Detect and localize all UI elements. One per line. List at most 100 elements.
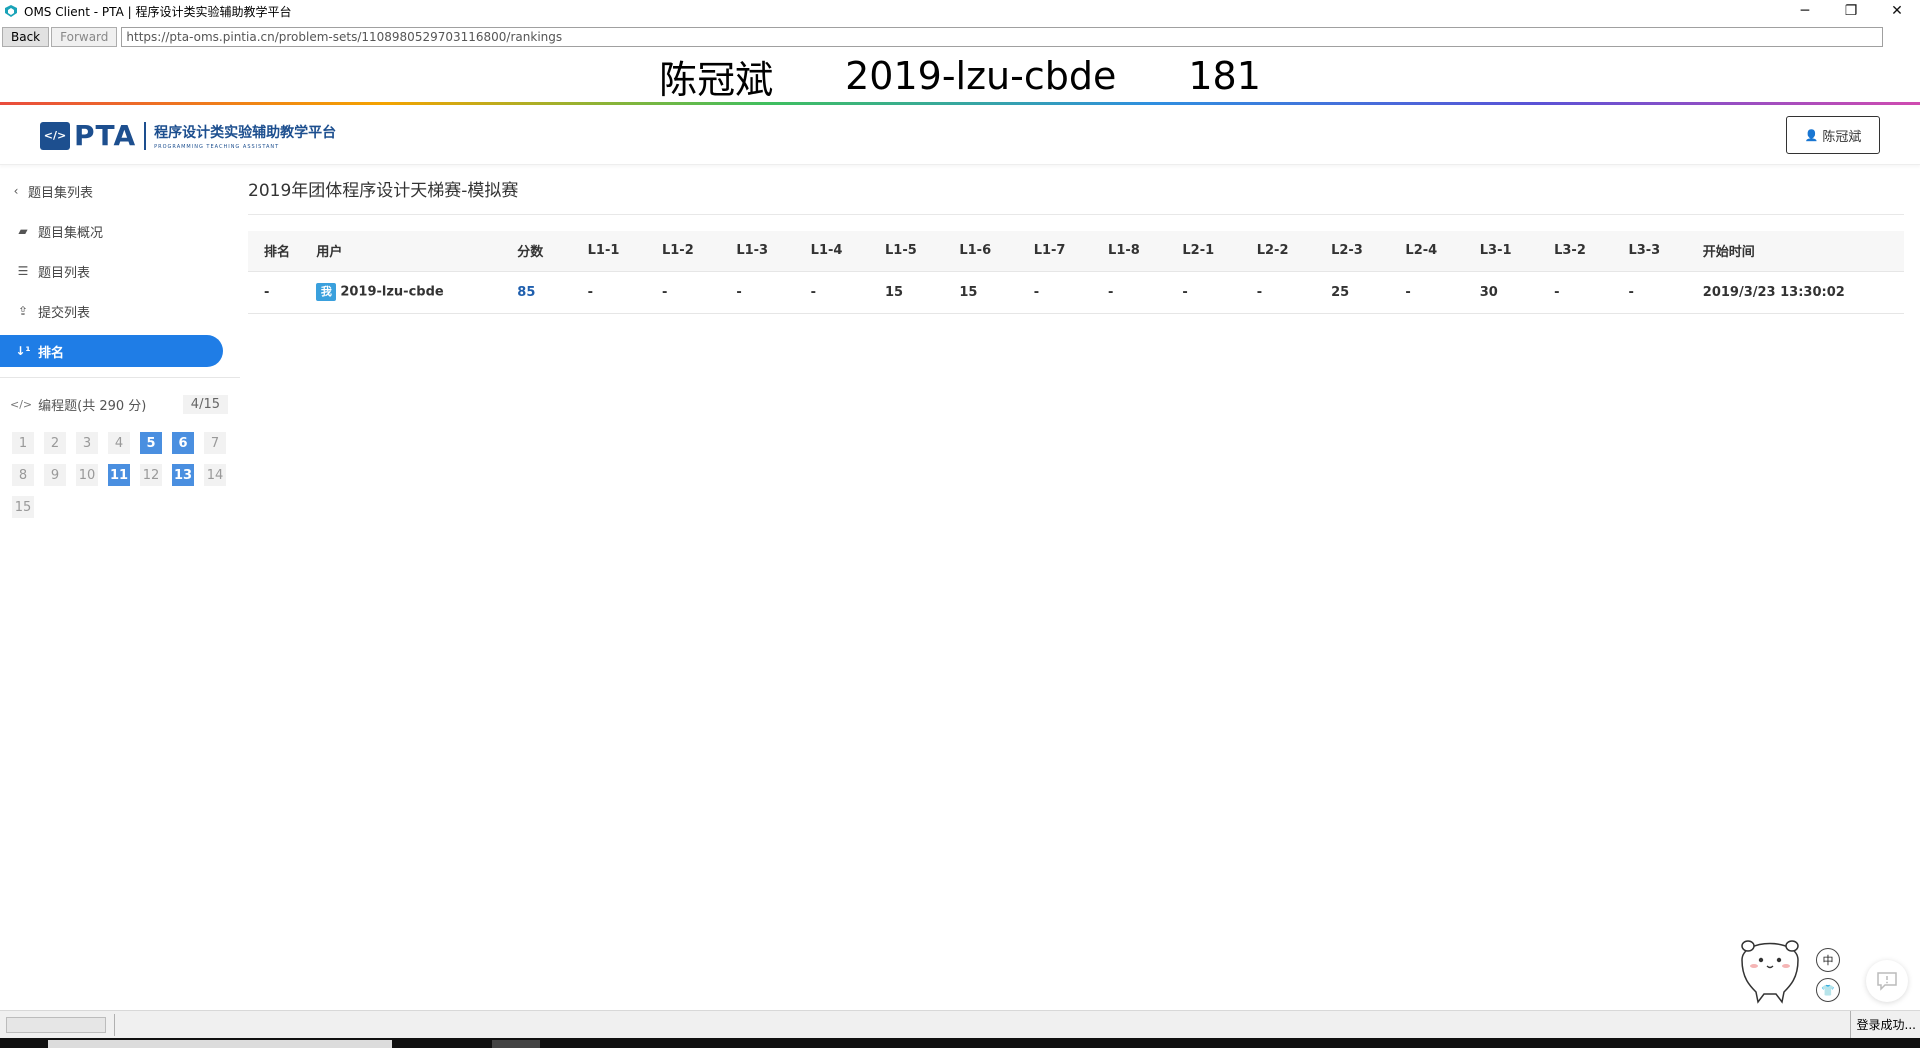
problem-cell[interactable]: 1 bbox=[12, 432, 34, 454]
problem-score-cell: 15 bbox=[959, 271, 1034, 314]
navigation-bar: Back Forward https://pta-oms.pintia.cn/p… bbox=[0, 26, 1920, 48]
problem-score-cell: - bbox=[1182, 271, 1257, 314]
me-badge: 我 bbox=[316, 283, 337, 301]
sidebar-item-submissions[interactable]: ⇪ 提交列表 bbox=[0, 295, 240, 327]
problem-score-cell: - bbox=[1554, 271, 1629, 314]
start-time-cell: 2019/3/23 13:30:02 bbox=[1702, 271, 1904, 314]
rank-cell: - bbox=[248, 271, 317, 314]
problem-score-cell: - bbox=[1405, 271, 1480, 314]
problem-section-label: 编程题(共 290 分) bbox=[38, 398, 147, 414]
taskbar bbox=[0, 1038, 1920, 1048]
logo-title: 程序设计类实验辅助教学平台 bbox=[154, 124, 337, 141]
shirt-icon[interactable]: 👕 bbox=[1816, 978, 1840, 1002]
problem-progress-count: 4/15 bbox=[182, 394, 228, 414]
rankings-table: 排名 用户 分数 L1-1 L1-2 L1-3 L1-4 L1-5 L1-6 L1-7 L1-8 L2… bbox=[248, 231, 1904, 314]
column-header: L2-3 bbox=[1331, 231, 1406, 272]
user-name: 2019-lzu-cbde bbox=[340, 284, 444, 300]
book-icon: ▰ bbox=[18, 224, 28, 238]
column-header: L1-8 bbox=[1108, 231, 1183, 272]
problem-score-cell: - bbox=[810, 271, 885, 314]
logo-text: PTA bbox=[74, 119, 137, 152]
sidebar-item-label: 题目集列表 bbox=[28, 185, 94, 201]
problem-score-cell: - bbox=[661, 271, 737, 314]
banner-number: 181 bbox=[1188, 54, 1261, 98]
column-header: L2-1 bbox=[1182, 231, 1257, 272]
column-header: L3-3 bbox=[1628, 231, 1703, 272]
close-button[interactable]: ✕ bbox=[1874, 0, 1920, 22]
taskbar-item[interactable] bbox=[48, 1040, 392, 1048]
forward-button[interactable]: Forward bbox=[51, 27, 118, 47]
taskbar-item[interactable] bbox=[492, 1040, 540, 1048]
problem-cell[interactable]: 2 bbox=[44, 432, 66, 454]
column-header: L3-2 bbox=[1554, 231, 1629, 272]
load-progress-bar bbox=[6, 1016, 106, 1033]
sidebar-item-label: 题目列表 bbox=[38, 265, 91, 281]
sort-numeric-icon: ↓¹ bbox=[15, 344, 31, 358]
sidebar-divider bbox=[0, 377, 240, 378]
problem-score-cell: 30 bbox=[1479, 271, 1555, 314]
sidebar-item-label: 题目集概况 bbox=[38, 225, 104, 241]
column-header: 开始时间 bbox=[1702, 231, 1904, 272]
chevron-left-icon: ‹ bbox=[13, 184, 19, 198]
language-button[interactable]: 中 bbox=[1816, 948, 1840, 972]
sidebar: ‹ 题目集列表 ▰ 题目集概况 ☰ 题目列表 ⇪ 提交列表 ↓¹ 排名 </> … bbox=[0, 175, 240, 518]
problem-cell[interactable]: 4 bbox=[108, 432, 130, 454]
banner-name: 陈冠斌 bbox=[659, 57, 774, 102]
problem-cell[interactable]: 10 bbox=[76, 464, 98, 486]
url-input[interactable]: https://pta-oms.pintia.cn/problem-sets/1… bbox=[121, 27, 1884, 47]
sidebar-item-problem-set-list[interactable]: ‹ 题目集列表 bbox=[0, 175, 240, 207]
problem-section-header: </> 编程题(共 290 分) 4/15 bbox=[0, 392, 240, 416]
back-button[interactable]: Back bbox=[2, 27, 50, 47]
table-header-row: 排名 用户 分数 L1-1 L1-2 L1-3 L1-4 L1-5 L1-6 L1-7 L1-8 L2… bbox=[248, 231, 1904, 272]
sidebar-item-label: 提交列表 bbox=[38, 305, 91, 321]
problem-score-cell: - bbox=[587, 271, 662, 314]
window-title: OMS Client - PTA | 程序设计类实验辅助教学平台 bbox=[24, 4, 292, 19]
sidebar-item-problem-list[interactable]: ☰ 题目列表 bbox=[0, 255, 240, 287]
column-header: L1-2 bbox=[661, 231, 737, 272]
problem-cell[interactable]: 13 bbox=[172, 464, 194, 486]
problem-cell[interactable]: 14 bbox=[204, 464, 226, 486]
problem-score-cell: - bbox=[736, 271, 811, 314]
problem-cell[interactable]: 12 bbox=[140, 464, 162, 486]
user-cell: 我 2019-lzu-cbde bbox=[316, 271, 518, 314]
problem-grid: 1 2 3 4 5 6 7 8 9 10 11 12 13 14 15 bbox=[0, 432, 240, 518]
column-header: L1-7 bbox=[1033, 231, 1109, 272]
comment-icon[interactable] bbox=[1866, 960, 1908, 1002]
logo-subtitle: PROGRAMMING TEACHING ASSISTANT bbox=[154, 143, 280, 150]
column-header: L3-1 bbox=[1479, 231, 1555, 272]
upload-icon: ⇪ bbox=[17, 304, 29, 318]
problem-cell[interactable]: 5 bbox=[140, 432, 162, 454]
logo-separator bbox=[144, 121, 147, 150]
user-name: 陈冠斌 bbox=[1822, 129, 1862, 145]
sidebar-item-overview[interactable]: ▰ 题目集概况 bbox=[0, 215, 240, 247]
mascot-image[interactable] bbox=[1732, 930, 1808, 1004]
problem-cell[interactable]: 9 bbox=[44, 464, 66, 486]
problem-cell[interactable]: 7 bbox=[204, 432, 226, 454]
problem-cell[interactable]: 11 bbox=[108, 464, 130, 486]
score-cell: 85 bbox=[517, 271, 588, 314]
problem-cell[interactable]: 8 bbox=[12, 464, 34, 486]
user-menu-button[interactable]: 👤 陈冠斌 bbox=[1786, 116, 1880, 154]
page-title: 2019年团体程序设计天梯赛-模拟赛 bbox=[248, 175, 1904, 215]
sidebar-item-label: 排名 bbox=[38, 345, 65, 361]
sidebar-item-rankings[interactable]: ↓¹ 排名 bbox=[0, 335, 223, 367]
problem-cell[interactable]: 6 bbox=[172, 432, 194, 454]
pta-logo[interactable]: </> PTA 程序设计类实验辅助教学平台 PROGRAMMING TEACHI… bbox=[40, 119, 336, 152]
column-header: L2-2 bbox=[1256, 231, 1332, 272]
status-text: 登录成功... bbox=[1849, 1010, 1920, 1039]
problem-cell[interactable]: 15 bbox=[12, 496, 34, 518]
restore-button[interactable]: ❐ bbox=[1828, 0, 1874, 22]
column-header: L2-4 bbox=[1405, 231, 1480, 272]
app-icon bbox=[5, 5, 17, 17]
user-banner: 陈冠斌 2019-lzu-cbde 181 bbox=[0, 50, 1920, 102]
banner-account: 2019-lzu-cbde bbox=[845, 54, 1117, 98]
column-header: 分数 bbox=[517, 231, 588, 272]
problem-cell[interactable]: 3 bbox=[76, 432, 98, 454]
problem-score-cell: 15 bbox=[885, 271, 960, 314]
problem-score-cell: - bbox=[1256, 271, 1332, 314]
problem-score-cell: - bbox=[1108, 271, 1183, 314]
column-header: 排名 bbox=[248, 231, 317, 272]
column-header: L1-1 bbox=[587, 231, 662, 272]
user-icon: 👤 bbox=[1804, 128, 1819, 142]
minimize-button[interactable]: ─ bbox=[1782, 0, 1828, 22]
